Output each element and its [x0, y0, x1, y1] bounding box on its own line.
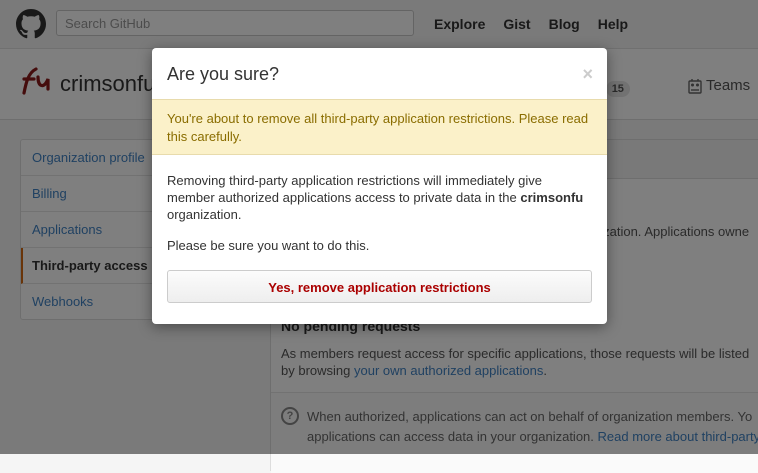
dialog-title: Are you sure? — [167, 64, 280, 84]
warning-banner: You're about to remove all third-party a… — [152, 99, 607, 155]
dialog-body: Removing third-party application restric… — [167, 172, 592, 268]
remove-restrictions-button[interactable]: Yes, remove application restrictions — [167, 270, 592, 303]
dialog-confirm-text: Please be sure you want to do this. — [167, 238, 370, 253]
explanation-org-name: crimsonfu — [520, 190, 584, 205]
close-icon[interactable]: × — [582, 64, 593, 85]
confirm-dialog: Are you sure? × You're about to remove a… — [152, 48, 607, 324]
explanation-text-end: organization. — [167, 207, 242, 222]
explanation-text: Removing third-party application restric… — [167, 173, 542, 205]
dialog-explanation: Removing third-party application restric… — [167, 172, 592, 223]
